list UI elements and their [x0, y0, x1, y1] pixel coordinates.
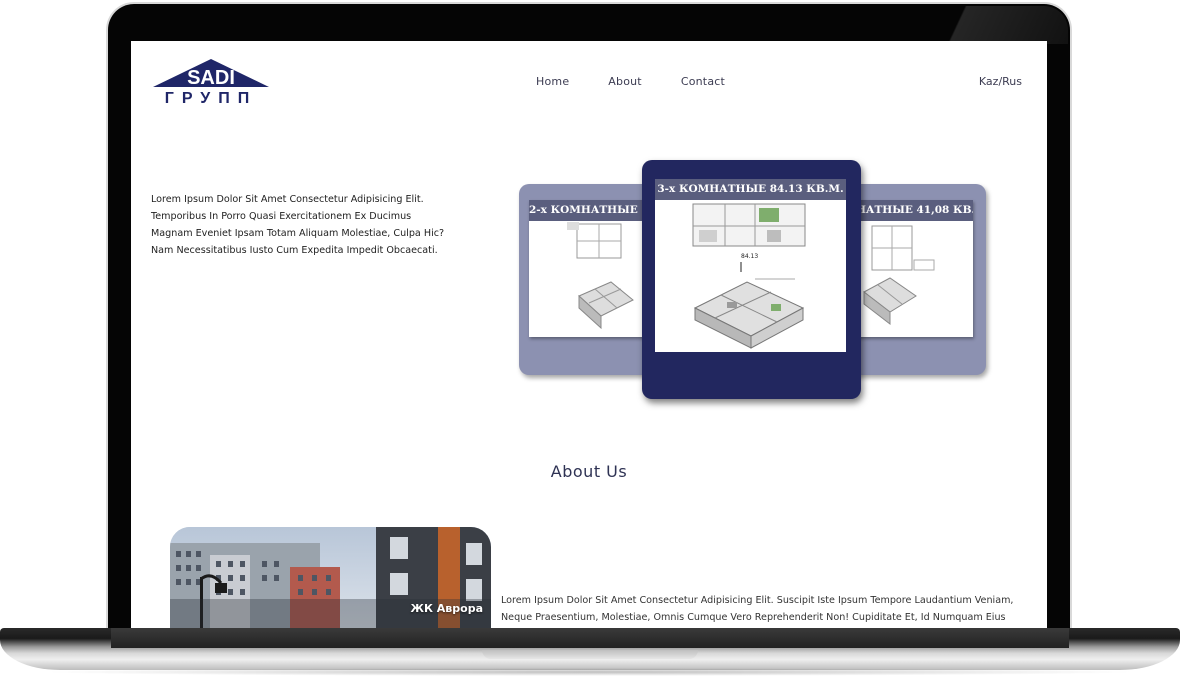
about-text: Lorem Ipsum Dolor Sit Amet Consectetur A… [501, 594, 1014, 629]
photo-caption: ЖК Аврора [410, 602, 484, 615]
hero-text: Lorem Ipsum Dolor Sit Amet Consectetur A… [151, 193, 445, 256]
floor-plan-right: НАТНЫЕ 41,08 КВ.М. [856, 200, 973, 337]
floor-plan-image [863, 225, 935, 326]
laptop-hinge [111, 628, 1069, 648]
floor-plan-image [567, 222, 634, 330]
building-photo: ЖК Аврора [170, 527, 491, 629]
nav-about[interactable]: About [608, 75, 642, 88]
browser-viewport: SADI ГРУПП Home About Contact Kaz/Rus Lo… [131, 41, 1047, 629]
nav-home[interactable]: Home [536, 75, 569, 88]
laptop-shadow [40, 668, 1140, 676]
screen-glare [900, 6, 1068, 44]
language-switcher[interactable]: Kaz/Rus [979, 75, 1022, 88]
about-section-title: About Us [550, 462, 628, 481]
logo[interactable]: SADI ГРУПП [151, 57, 271, 107]
logo-bottom-text: ГРУПП [165, 90, 257, 105]
nav-contact[interactable]: Contact [681, 75, 725, 88]
slide-title-active: 3-х КОМНАТНЫЕ 84.13 КВ.М. [655, 179, 846, 200]
main-nav: Home About Contact [536, 75, 725, 88]
laptop-notch [482, 650, 698, 659]
logo-mark: SADI ГРУПП [153, 59, 269, 107]
floor-plan-image: 84.13 [692, 203, 806, 349]
plan-area-label: 84.13 [741, 253, 758, 260]
floor-plan-left: 2-х КОМНАТНЫЕ 58,89 [529, 200, 644, 337]
logo-top-text: SADI [187, 67, 235, 89]
floor-plan-active: 3-х КОМНАТНЫЕ 84.13 КВ.М. 84.13 [655, 179, 846, 352]
